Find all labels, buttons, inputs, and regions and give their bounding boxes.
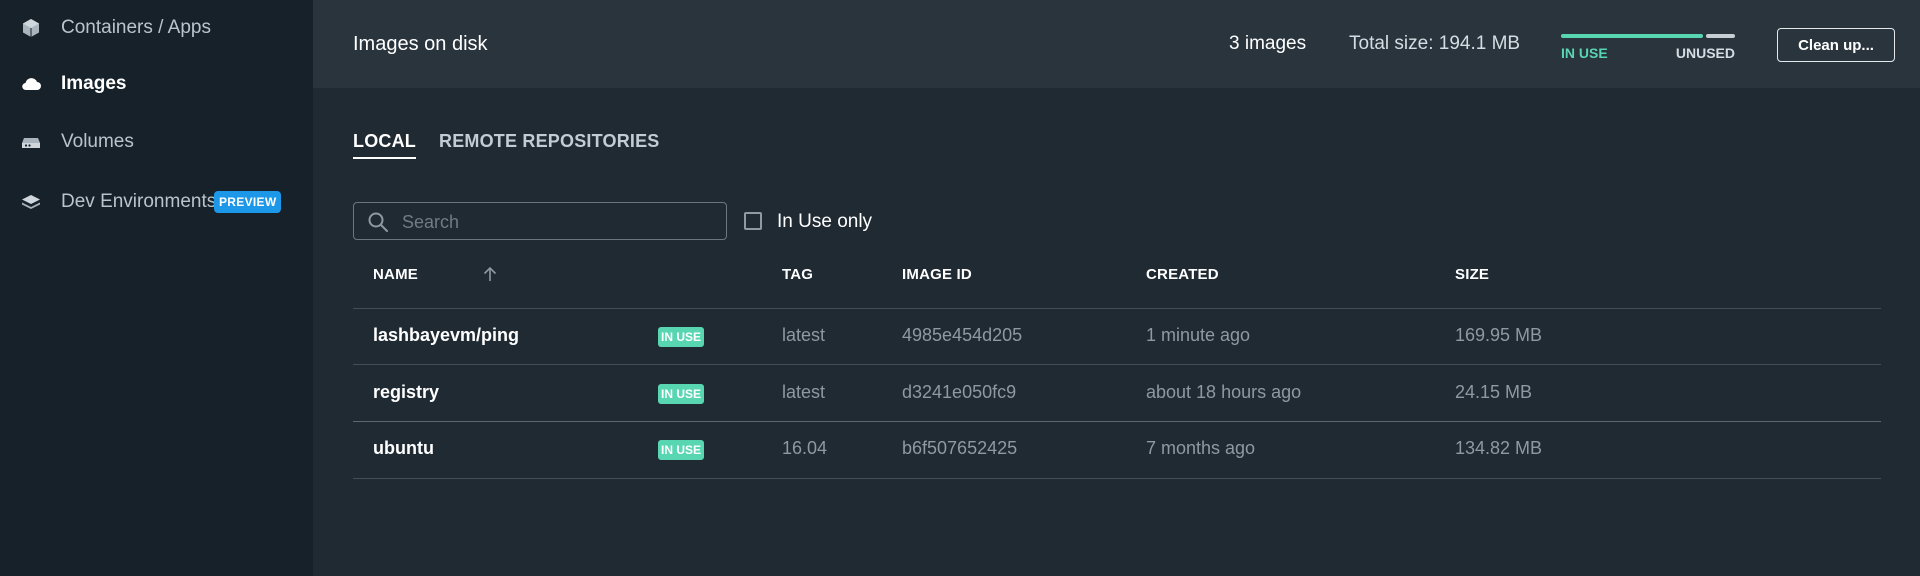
in-use-only-label[interactable]: In Use only <box>777 211 872 233</box>
in-use-only-checkbox[interactable] <box>744 212 762 230</box>
layers-icon <box>20 192 42 212</box>
sidebar-item-label: Volumes <box>61 131 134 152</box>
image-id: d3241e050fc9 <box>902 382 1017 402</box>
sidebar-item-label: Dev Environments <box>61 191 217 212</box>
column-header-created[interactable]: CREATED <box>1146 266 1219 283</box>
image-id: 4985e454d205 <box>902 325 1023 345</box>
in-use-badge: IN USE <box>658 440 705 460</box>
tab-remote-repositories[interactable]: REMOTE REPOSITORIES <box>439 131 660 152</box>
image-size: 24.15 MB <box>1455 382 1533 402</box>
sidebar: Containers / Apps Images Volumes Dev Env… <box>0 0 313 576</box>
tab-local[interactable]: LOCAL <box>353 131 416 159</box>
search-box[interactable] <box>353 202 727 240</box>
in-use-badge: IN USE <box>658 384 705 404</box>
in-use-label: IN USE <box>1561 45 1608 61</box>
sidebar-item-label: Images <box>61 73 127 94</box>
sidebar-item-images[interactable]: Images <box>0 64 313 104</box>
image-name: lashbayevm/ping <box>373 325 520 345</box>
image-tag: 16.04 <box>782 438 828 458</box>
tab-label: LOCAL <box>353 131 416 151</box>
page-header: Images on disk 3 images Total size: 194.… <box>313 0 1920 88</box>
cube-icon <box>20 18 42 38</box>
image-id: b6f507652425 <box>902 438 1018 458</box>
unused-bar <box>1706 34 1735 38</box>
disk-usage-meter: IN USE UNUSED <box>1561 34 1735 64</box>
sidebar-item-volumes[interactable]: Volumes <box>0 122 313 162</box>
sidebar-item-label: Containers / Apps <box>61 17 211 38</box>
column-header-tag[interactable]: TAG <box>782 266 813 283</box>
in-use-badge: IN USE <box>658 327 705 347</box>
divider <box>353 308 1881 309</box>
sidebar-item-dev-environments[interactable]: Dev Environments PREVIEW <box>0 182 313 222</box>
column-header-name[interactable]: NAME <box>373 266 497 283</box>
arrow-up-icon <box>483 266 497 282</box>
image-size: 169.95 MB <box>1455 325 1543 345</box>
divider <box>353 421 1881 422</box>
clean-up-button[interactable]: Clean up... <box>1777 28 1895 62</box>
cloud-icon <box>20 74 42 94</box>
image-created: about 18 hours ago <box>1146 382 1302 402</box>
image-created: 1 minute ago <box>1146 325 1251 345</box>
image-size: 134.82 MB <box>1455 438 1543 458</box>
active-tab-indicator <box>353 157 416 159</box>
image-count: 3 images <box>1229 33 1307 54</box>
preview-badge: PREVIEW <box>214 191 282 213</box>
divider <box>353 478 1881 479</box>
sidebar-item-containers-apps[interactable]: Containers / Apps <box>0 8 313 48</box>
hard-drive-icon <box>20 132 42 152</box>
unused-label: UNUSED <box>1675 45 1735 61</box>
image-created: 7 months ago <box>1146 438 1256 458</box>
search-input[interactable] <box>400 209 704 235</box>
image-tag: latest <box>782 382 826 402</box>
main-content: Images on disk 3 images Total size: 194.… <box>313 0 1920 576</box>
in-use-bar <box>1561 34 1703 38</box>
divider <box>353 364 1881 365</box>
column-header-image-id[interactable]: IMAGE ID <box>902 266 972 283</box>
column-header-size[interactable]: SIZE <box>1455 266 1489 283</box>
image-name: ubuntu <box>373 438 434 458</box>
total-size: Total size: 194.1 MB <box>1349 33 1521 54</box>
image-tag: latest <box>782 325 826 345</box>
search-icon <box>367 211 389 233</box>
image-name: registry <box>373 382 440 402</box>
page-title: Images on disk <box>353 33 488 55</box>
